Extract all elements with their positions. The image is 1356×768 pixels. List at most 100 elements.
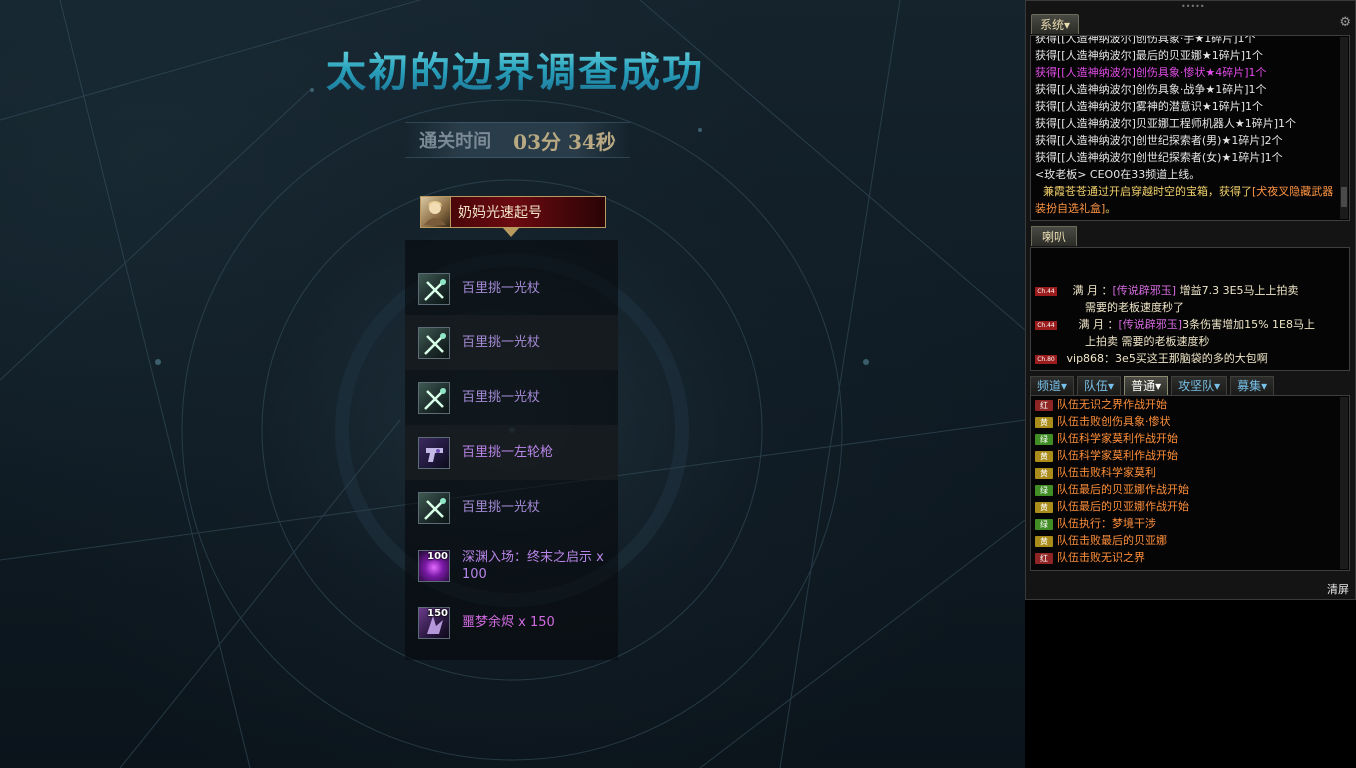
tab-horn[interactable]: 喇叭 [1031,226,1078,246]
message-tag: 黄 [1035,416,1053,428]
log-line: 黄队伍科学家莫利作战开始 [1031,447,1349,464]
loot-item[interactable]: 100 深渊入场：终末之启示 x 100 [405,538,618,593]
log-text: 队伍击败无识之界 [1057,551,1145,564]
log-line: 获得[[人造神纳波尔]创世纪探索者(男)★1碎片]2个 [1035,134,1283,147]
log-line: 黄队伍最后的贝亚娜作战开始 [1031,498,1349,515]
horn-item-link[interactable]: [传说辟邪玉] [1113,284,1177,297]
horn-sender[interactable]: vip868 [1067,352,1105,365]
loot-item[interactable]: 150 噩梦余烬 x 150 [405,595,618,650]
loot-item[interactable]: 百里挑一光杖 [405,480,618,535]
message-tag: 黄 [1035,467,1053,479]
announce-text: 兼霞苍苍通过开启穿越时空的宝箱，获得了 [1043,185,1252,198]
loot-item-name: 百里挑一左轮枪 [462,445,554,460]
message-tag: 红 [1035,399,1053,411]
loot-item[interactable]: 百里挑一光杖 [405,261,618,316]
loot-item-name: 百里挑一光杖 [462,281,541,296]
nightmare-ember-icon: 150 [418,606,450,639]
channel-badge: Ch.44 [1035,320,1057,330]
horn-item-link[interactable]: [传说辟邪玉] [1119,318,1183,331]
log-line: 红队伍击败无识之界 [1031,549,1349,566]
log-line: 绿队伍科学家莫利作战开始 [1031,430,1349,447]
system-log: 获得[[人造神纳波尔]创伤具象·手★1碎片]1个 获得[[人造神纳波尔]最后的贝… [1030,35,1350,221]
log-text: 队伍科学家莫利作战开始 [1057,449,1178,462]
tab-recruit[interactable]: 募集▾ [1230,376,1275,395]
message-tag: 绿 [1035,518,1053,530]
log-text: 队伍击败科学家莫利 [1057,466,1156,479]
item-quantity: 150 [427,607,448,619]
player-nameplate[interactable]: 奶妈光速起号 [420,196,606,228]
channel-tabs: 频道▾ 队伍▾ 普通▾ 攻坚队▾ 募集▾ [1030,376,1275,395]
log-text: 队伍最后的贝亚娜作战开始 [1057,483,1189,496]
horn-sender[interactable]: 满 月 [1079,318,1105,331]
log-line: <玫老板> CEO0在33频道上线。 [1035,168,1201,181]
log-line: 获得[[人造神纳波尔]创伤具象·战争★1碎片]1个 [1035,83,1267,96]
drag-grip-icon[interactable]: ••••• [1181,2,1205,11]
dungeon-success-title: 太初的边界调查成功 [300,40,730,98]
channel-log-scrollbar[interactable] [1340,397,1348,569]
horn-sender[interactable]: 满 月 [1073,284,1099,297]
horn-text: 上拍卖 需要的老板速度秒 [1085,335,1210,348]
player-pointer-icon [503,228,519,237]
log-line: 兼霞苍苍通过开启穿越时空的宝箱，获得了[犬夜叉隐藏武器装扮自选礼盒]。 [1031,183,1349,217]
log-text: 队伍击败最后的贝亚娜 [1057,534,1167,547]
loot-item-name: 噩梦余烬 x 150 [462,615,555,630]
log-text: 队伍最后的贝亚娜作战开始 [1057,500,1189,513]
log-line: 获得[[人造神纳波尔]创伤具象·手★1碎片]1个 [1035,35,1256,45]
message-tag: 黄 [1035,535,1053,547]
tab-normal[interactable]: 普通▾ [1124,376,1169,395]
loot-item[interactable]: 百里挑一光杖 [405,370,618,425]
log-text: 队伍无识之界作战开始 [1057,398,1167,411]
log-line: 获得[[人造神纳波尔]贝亚娜工程师机器人★1碎片]1个 [1035,117,1297,130]
horn-message: Ch.80 vip868：3e5买这王那脑袋的多的大包啊 [1035,350,1340,367]
tab-party[interactable]: 队伍▾ [1077,376,1122,395]
loot-item-name: 百里挑一光杖 [462,335,541,350]
clear-chat-button[interactable]: 清屏 [1327,581,1349,597]
message-tag: 绿 [1035,484,1053,496]
horn-log: Ch.44 满 月 ：[传说辟邪玉] 增益7.3 3E5马上上拍卖 需要的老板速… [1030,247,1350,371]
log-line: 获得[[人造神纳波尔]雾神的潜意识★1碎片]1个 [1035,100,1264,113]
message-tag: 黄 [1035,450,1053,462]
loot-item[interactable]: 百里挑一光杖 [405,315,618,370]
loot-item-name: 深渊入场：终末之启示 x 100 [462,549,604,582]
loot-item[interactable]: 百里挑一左轮枪 [405,425,618,480]
staff-icon [418,491,450,524]
loot-item-name: 百里挑一光杖 [462,500,541,515]
horn-text: 3条伤害增加15% 1E8马上 [1182,318,1315,331]
scrollbar-thumb[interactable] [1341,187,1347,207]
log-line: 绿队伍执行：梦境干涉 [1031,515,1349,532]
gear-icon[interactable]: ⚙ [1339,15,1351,30]
log-line: 获得[[人造神纳波尔]创世纪探索者(女)★1碎片]1个 [1035,151,1283,164]
log-text: 队伍执行：梦境干涉 [1057,517,1156,530]
loot-list: 百里挑一光杖 百里挑一光杖 百里挑一光杖 百里挑一左轮枪 百里挑一光杖 100 … [405,240,618,660]
channel-badge: Ch.44 [1035,286,1057,296]
horn-text: 3e5买这王那脑袋的多的大包啊 [1115,352,1268,365]
system-log-scrollbar[interactable] [1340,37,1348,219]
log-line: 红队伍无识之界作战开始 [1031,396,1349,413]
log-text: 队伍科学家莫利作战开始 [1057,432,1178,445]
tab-system[interactable]: 系统▾ [1031,14,1080,34]
log-line: 获得[[人造神纳波尔]最后的贝亚娜★1碎片]1个 [1035,49,1264,62]
log-line: 绿队伍最后的贝亚娜作战开始 [1031,481,1349,498]
channel-log: 红队伍无识之界作战开始 黄队伍击败创伤具象·惨状 绿队伍科学家莫利作战开始 黄队… [1030,395,1350,571]
loot-item-name: 百里挑一光杖 [462,390,541,405]
tab-raid[interactable]: 攻坚队▾ [1171,376,1228,395]
staff-icon [418,381,450,414]
clear-time-bar: 通关时间 03分 34秒 [405,122,630,158]
log-line: 获得[[人造神纳波尔]创伤具象·惨状★4碎片]1个 [1035,66,1267,79]
chat-panel: ••••• 系统▾ ⚙ 获得[[人造神纳波尔]创伤具象·手★1碎片]1个 获得[… [1025,0,1356,600]
message-tag: 绿 [1035,433,1053,445]
log-line: 黄队伍击败创伤具象·惨状 [1031,413,1349,430]
revolver-icon [418,436,450,469]
message-tag: 黄 [1035,501,1053,513]
dungeon-result-scene: 太初的边界调查成功 通关时间 03分 34秒 奶妈光速起号 百里挑一光杖 百里挑… [0,0,1025,768]
horn-message: Ch.44 满 月 ：[传说辟邪玉] 增益7.3 3E5马上上拍卖 需要的老板速… [1035,282,1340,316]
announce-end: 。 [1105,202,1117,215]
channel-badge: Ch.80 [1035,354,1057,364]
log-line: 黄队伍击败科学家莫利 [1031,464,1349,481]
log-text: 队伍击败创伤具象·惨状 [1057,415,1171,428]
staff-icon [418,272,450,305]
clear-time-value: 03分 34秒 [513,129,616,154]
tab-channel[interactable]: 频道▾ [1030,376,1075,395]
player-avatar [421,197,451,227]
staff-icon [418,326,450,359]
